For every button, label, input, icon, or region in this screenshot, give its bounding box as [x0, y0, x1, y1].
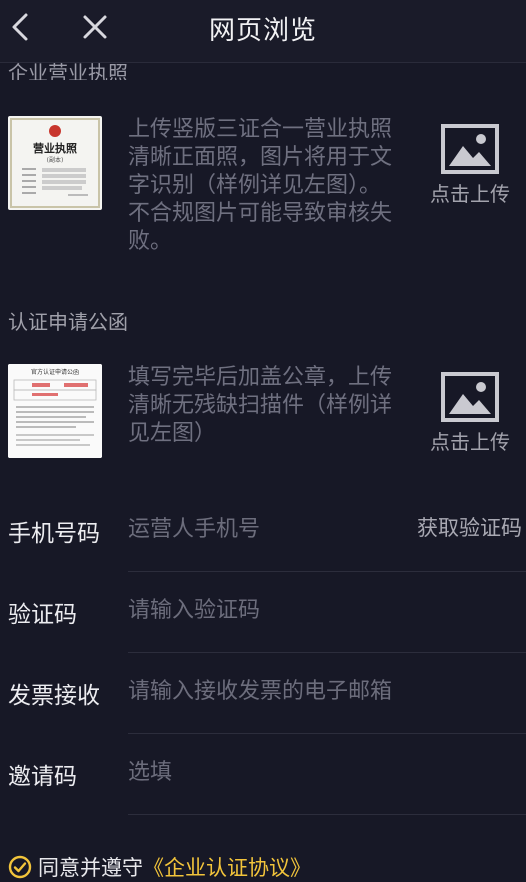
license-description: 上传竖版三证合一营业执照清晰正面照，图片将用于文字识别（样例详见左图）。不合规图…	[128, 117, 393, 254]
invoice-row: 发票接收	[0, 654, 526, 734]
invoice-label: 发票接收	[8, 683, 100, 709]
agreement-row: 同意并遵守《企业认证协议》	[8, 852, 311, 882]
check-circle-icon[interactable]	[8, 855, 32, 879]
image-icon	[441, 124, 499, 174]
letter-upload-button[interactable]: 点击上传	[420, 372, 520, 455]
license-sample-thumbnail: 营业执照 (副本)	[8, 116, 102, 210]
letter-sample-thumbnail: 官方认证申请公函	[8, 364, 102, 458]
invite-row: 邀请码	[0, 735, 526, 815]
invite-code-input[interactable]	[128, 755, 398, 789]
letter-description: 填写完毕后加盖公章，上传清晰无残缺扫描件（样例详见左图）	[128, 365, 393, 446]
letter-section-label: 认证申请公函	[8, 310, 128, 334]
invoice-email-input[interactable]	[128, 674, 518, 708]
letter-upload-label: 点击上传	[430, 430, 510, 454]
agreement-link[interactable]: 《企业认证协议》	[143, 856, 311, 880]
invite-code-label: 邀请码	[8, 764, 77, 790]
license-thumb-title: 营业执照	[33, 141, 77, 155]
page-title: 网页浏览	[208, 16, 317, 46]
verification-code-input[interactable]	[128, 593, 398, 627]
divider	[128, 814, 526, 815]
code-row: 验证码	[0, 573, 526, 653]
license-sample-image: 营业执照 (副本)	[10, 118, 100, 208]
divider	[128, 571, 526, 572]
divider	[128, 733, 526, 734]
phone-input[interactable]	[128, 512, 398, 546]
image-icon	[441, 372, 499, 422]
license-upload-button[interactable]: 点击上传	[420, 124, 520, 207]
verification-code-label: 验证码	[8, 602, 77, 628]
license-thumb-subtitle: (副本)	[47, 156, 64, 164]
divider	[128, 652, 526, 653]
letter-sample-image: 官方认证申请公函	[8, 364, 102, 458]
letter-thumb-title: 官方认证申请公函	[31, 368, 79, 376]
agreement-prefix: 同意并遵守	[38, 856, 143, 880]
get-verification-code-button[interactable]: 获取验证码	[417, 512, 522, 542]
phone-label: 手机号码	[8, 521, 100, 547]
license-upload-label: 点击上传	[430, 182, 510, 206]
license-section-label: 企业营业执照	[8, 61, 128, 80]
phone-row: 手机号码 获取验证码	[0, 492, 526, 572]
top-bar: 网页浏览	[0, 0, 526, 63]
